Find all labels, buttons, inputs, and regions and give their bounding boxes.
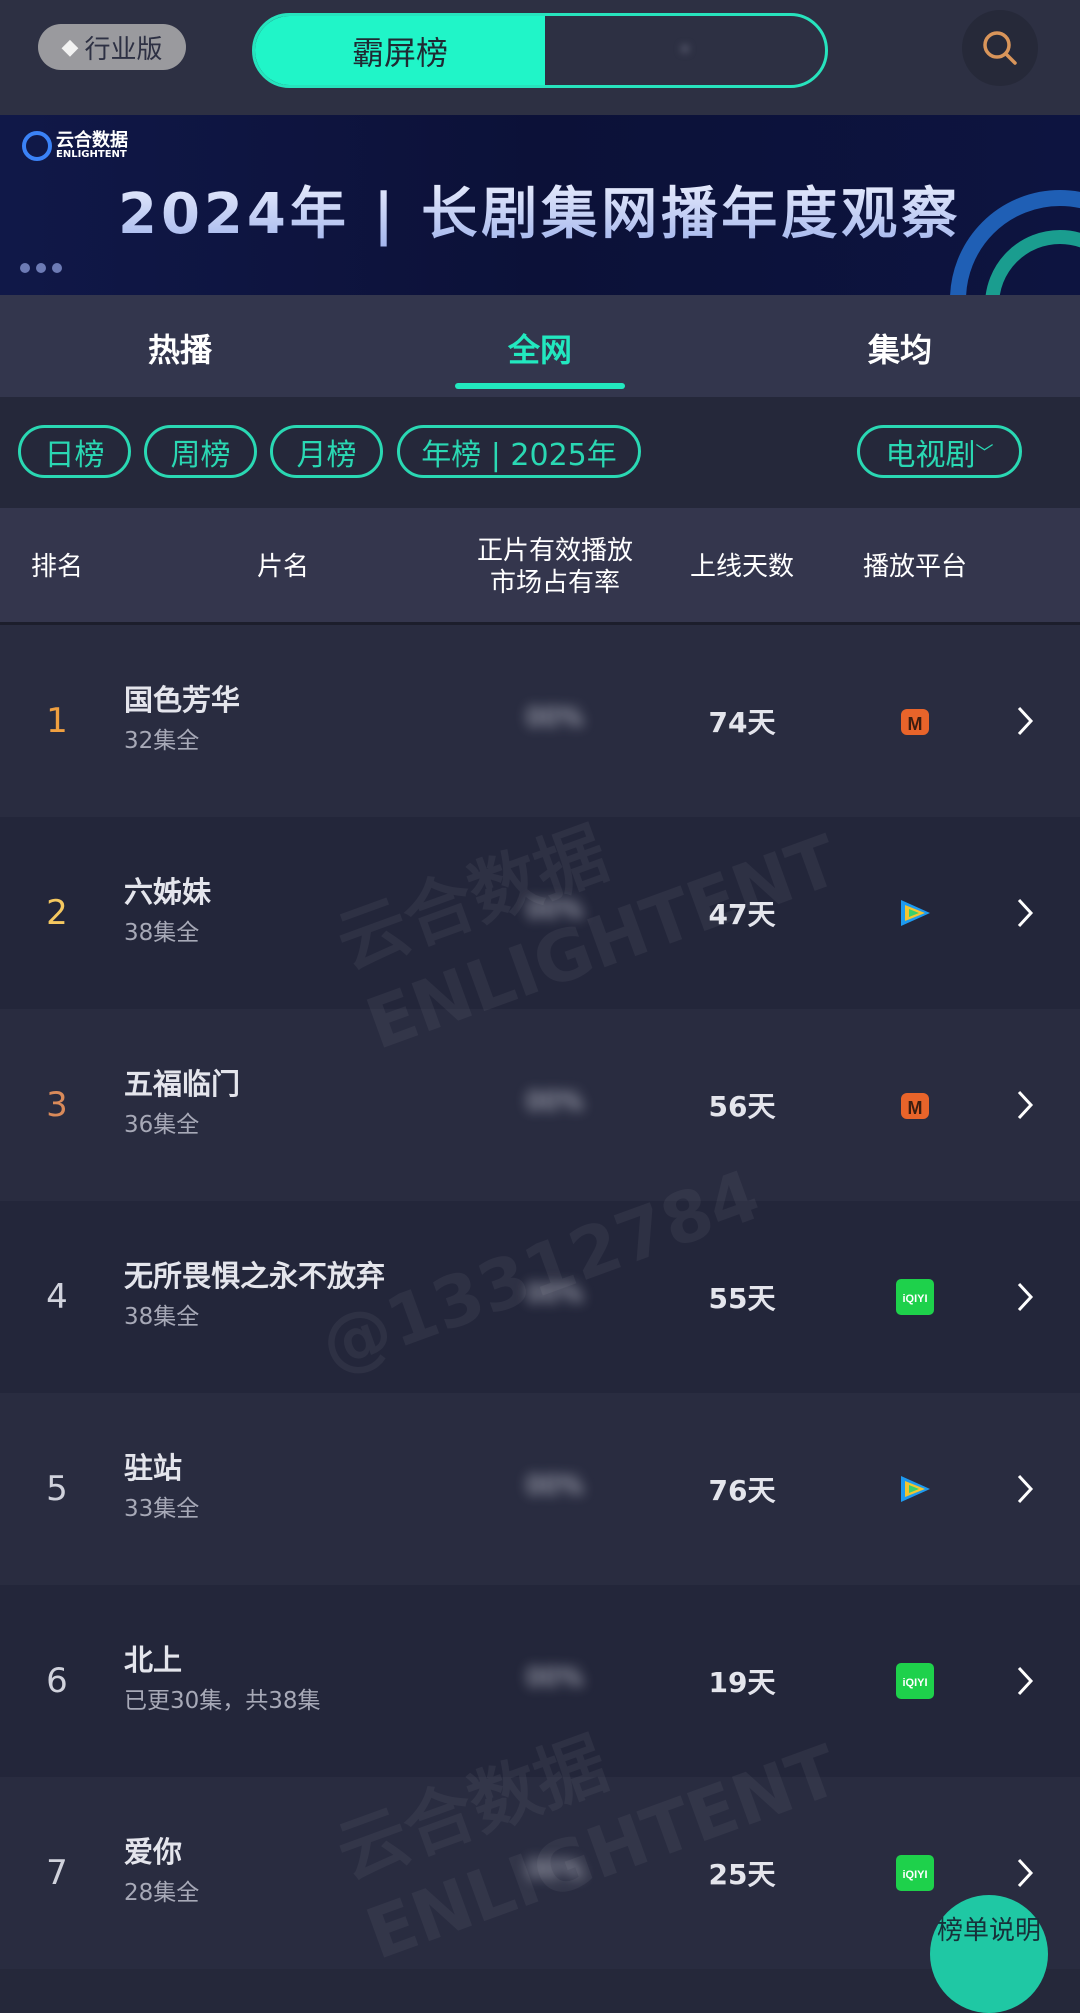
market-share-blurred: 00% [526, 1855, 584, 1885]
table-row[interactable]: 2 六姊妹 38集全 00% 47天 [0, 817, 1080, 1009]
category-dropdown[interactable]: 电视剧 ﹀ [857, 425, 1022, 478]
search-icon [983, 31, 1017, 65]
chevron-right-icon[interactable] [1015, 1201, 1035, 1393]
table-row[interactable]: 5 驻站 33集全 00% 76天 [0, 1393, 1080, 1585]
episode-status: 32集全 [124, 728, 200, 754]
carousel-indicator[interactable] [20, 263, 62, 273]
rank-number: 3 [46, 1085, 68, 1125]
enlightent-logo: 云合数据 ENLIGHTENT [22, 131, 128, 161]
market-share-blurred: 00% [526, 895, 584, 925]
diamond-icon: ◆ [61, 34, 79, 60]
table-row[interactable]: 4 无所畏惧之永不放弃 38集全 00% 55天 iQIYI [0, 1201, 1080, 1393]
tencent-video-icon [895, 1469, 935, 1509]
table-row[interactable]: 1 国色芳华 32集全 00% 74天 M [0, 625, 1080, 817]
episode-status: 36集全 [124, 1112, 200, 1138]
filter-daily[interactable]: 日榜 [18, 425, 131, 478]
market-share-blurred: 00% [526, 1471, 584, 1501]
episode-status: 38集全 [124, 1304, 200, 1330]
filter-monthly[interactable]: 月榜 [270, 425, 383, 478]
chevron-right-icon[interactable] [1015, 625, 1035, 817]
iqiyi-icon: iQIYI [895, 1661, 935, 1701]
table-row[interactable]: 6 北上 已更30集，共38集 00% 19天 iQIYI [0, 1585, 1080, 1777]
episode-status: 33集全 [124, 1496, 200, 1522]
svg-text:M: M [908, 714, 923, 734]
header-market-share: 正片有效播放 市场占有率 [476, 535, 633, 598]
svg-text:M: M [908, 1098, 923, 1118]
show-title: 五福临门 [124, 1067, 241, 1101]
market-share-blurred: 00% [526, 1279, 584, 1309]
chart-type-switch: 霸屏榜 • [252, 13, 828, 88]
rank-number: 2 [46, 893, 68, 933]
header-title: 片名 [256, 551, 309, 582]
table-row[interactable]: 3 五福临门 36集全 00% 56天 M [0, 1009, 1080, 1201]
chevron-right-icon[interactable] [1015, 1393, 1035, 1585]
chart-explanation-button[interactable]: 榜单说明 [930, 1895, 1048, 2013]
rank-number: 6 [46, 1661, 68, 1701]
episode-status: 已更30集，共38集 [124, 1688, 321, 1714]
filter-yearly[interactable]: 年榜 | 2025年 [397, 425, 641, 478]
rank-number: 1 [46, 701, 68, 741]
mango-tv-icon: M [895, 1085, 935, 1125]
svg-text:iQIYI: iQIYI [902, 1869, 927, 1881]
show-title: 国色芳华 [124, 683, 241, 717]
header-platform: 播放平台 [862, 551, 967, 582]
banner[interactable]: 云合数据 ENLIGHTENT 2024年 | 长剧集网播年度观察 [0, 115, 1080, 295]
header-rank: 排名 [30, 551, 83, 582]
table-header: 排名 片名 正片有效播放 市场占有率 上线天数 播放平台 [0, 508, 1080, 625]
days-online: 55天 [708, 1282, 776, 1315]
segment-bapingbang[interactable]: 霸屏榜 [255, 16, 545, 85]
rank-number: 4 [46, 1277, 68, 1317]
rank-number: 7 [46, 1853, 68, 1893]
table-row[interactable]: 7 爱你 28集全 00% 25天 iQIYI [0, 1777, 1080, 1969]
rank-number: 5 [46, 1469, 68, 1509]
show-title: 北上 [124, 1643, 183, 1677]
show-title: 无所畏惧之永不放弃 [124, 1259, 386, 1293]
days-online: 76天 [708, 1474, 776, 1507]
market-share-blurred: 00% [526, 703, 584, 733]
active-tab-indicator [455, 383, 625, 389]
filter-bar: 日榜 周榜 月榜 年榜 | 2025年 电视剧 ﹀ [0, 397, 1080, 508]
days-online: 19天 [708, 1666, 776, 1699]
search-button[interactable] [962, 10, 1038, 86]
tab-hot[interactable]: 热播 [80, 325, 280, 371]
market-share-blurred: 00% [526, 1663, 584, 1693]
industry-edition-button[interactable]: ◆ 行业版 [38, 24, 186, 70]
mango-tv-icon: M [895, 701, 935, 741]
show-title: 驻站 [124, 1451, 183, 1485]
market-share-blurred: 00% [526, 1087, 584, 1117]
segment-hidden[interactable]: • [545, 16, 825, 85]
top-bar: ◆ 行业版 霸屏榜 • [0, 0, 1080, 115]
iqiyi-icon: iQIYI [895, 1853, 935, 1893]
header-days-online: 上线天数 [689, 551, 794, 582]
category-label: 电视剧 [885, 437, 976, 473]
tab-all-network[interactable]: 全网 [440, 325, 640, 371]
tab-per-episode[interactable]: 集均 [800, 325, 1000, 371]
svg-text:iQIYI: iQIYI [902, 1293, 927, 1305]
days-online: 25天 [708, 1858, 776, 1891]
show-title: 六姊妹 [124, 875, 212, 909]
show-title: 爱你 [124, 1835, 183, 1869]
banner-title: 2024年 | 长剧集网播年度观察 [118, 169, 961, 250]
industry-edition-label: 行业版 [84, 34, 163, 65]
chevron-right-icon[interactable] [1015, 1585, 1035, 1777]
days-online: 47天 [708, 898, 776, 931]
filter-weekly[interactable]: 周榜 [144, 425, 257, 478]
episode-status: 38集全 [124, 920, 200, 946]
chevron-down-icon: ﹀ [975, 442, 994, 464]
days-online: 56天 [708, 1090, 776, 1123]
tab-bar: 热播 全网 集均 [0, 295, 1080, 397]
chevron-right-icon[interactable] [1015, 1009, 1035, 1201]
iqiyi-icon: iQIYI [895, 1277, 935, 1317]
tencent-video-icon [895, 893, 935, 933]
episode-status: 28集全 [124, 1880, 200, 1906]
days-online: 74天 [708, 706, 776, 739]
svg-text:iQIYI: iQIYI [902, 1677, 927, 1689]
chevron-right-icon[interactable] [1015, 817, 1035, 1009]
